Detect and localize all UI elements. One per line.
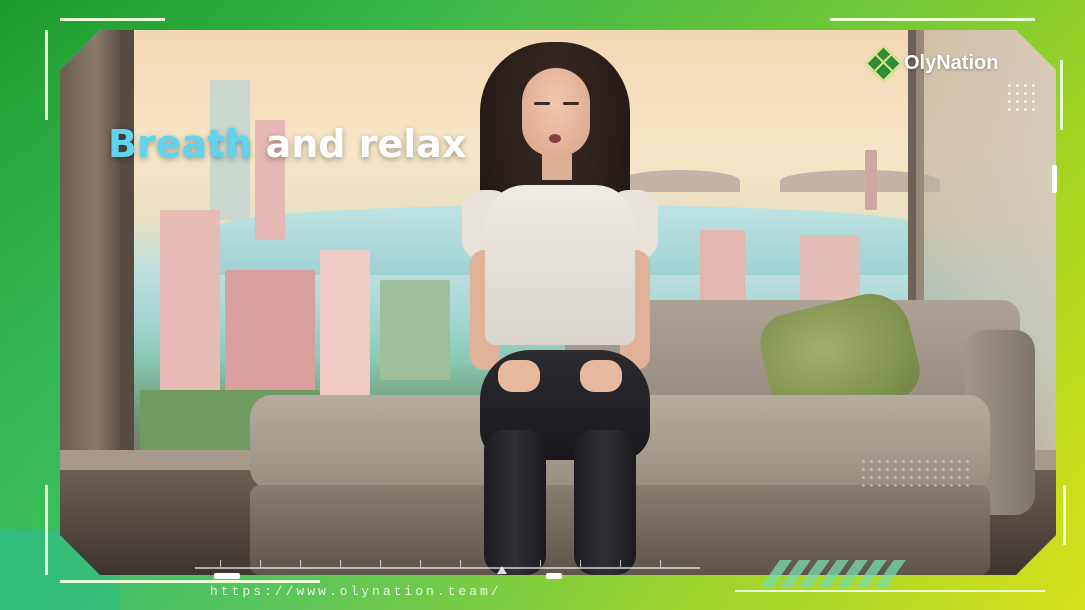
hud-line [45,485,48,575]
olynation-logo-icon [864,44,903,83]
brand-url: https://www.olynation.team/ [210,584,502,599]
character-shin [574,430,636,575]
timeline-tick [580,560,581,567]
timeline-tick [340,560,341,567]
character-hand [498,360,540,392]
decorative-stripes [760,560,906,588]
video-title: Breath and relax [108,122,466,166]
timeline-handle[interactable] [546,573,562,579]
hud-line [60,580,320,583]
scene-tower [800,235,860,300]
timeline-tick [660,560,661,567]
scene-tower [865,150,877,210]
character-mouth [549,134,561,143]
dot-grid [862,460,969,487]
timeline-tick [380,560,381,567]
brand-name: OlyNation [904,51,999,74]
title-accent-word: Breath [108,122,253,166]
title-rest: and relax [252,122,467,166]
scene-tower [320,250,370,410]
timeline-tick [260,560,261,567]
hud-line [60,18,165,21]
character-eye [563,102,579,105]
hud-line [830,18,1035,21]
window-frame [120,30,134,460]
character-hand [580,360,622,392]
timeline-tick [620,560,621,567]
hud-line [1063,485,1066,545]
triangle-up-icon[interactable] [497,566,507,574]
hud-line [1060,60,1063,130]
timeline-tick [220,560,221,567]
brand-logo: OlyNation [864,44,999,83]
character-shin [484,430,546,575]
hud-line [735,590,1045,592]
video-viewport[interactable] [60,30,1056,575]
scene-tower [700,230,745,300]
character-shirt [485,185,635,345]
timeline-tick [300,560,301,567]
side-tab [1052,165,1057,193]
timeline-tick [460,560,461,567]
hud-line [45,30,48,120]
scene-trees [380,280,450,380]
timeline-track[interactable] [195,567,700,569]
scene-tower [160,210,220,410]
timeline-handle[interactable] [214,573,240,579]
dot-grid [1008,84,1035,111]
scene-mountain [620,170,740,192]
timeline-tick [420,560,421,567]
timeline-tick [540,560,541,567]
character-eye [534,102,550,105]
